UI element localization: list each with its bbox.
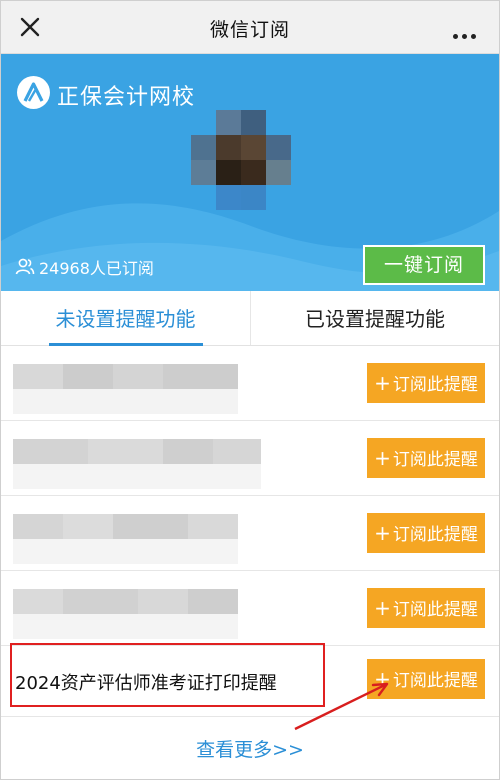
blurred-title (13, 589, 261, 639)
highlight-box (10, 643, 325, 707)
plus-icon: + (374, 371, 391, 395)
subscribe-reminder-label: 订阅此提醒 (392, 450, 478, 470)
subscribe-reminder-button[interactable]: + 订阅此提醒 (367, 363, 485, 403)
plus-icon: + (374, 446, 391, 470)
title-bar: 微信订阅 (1, 1, 499, 54)
brand-logo-icon (17, 76, 50, 109)
list-item: + 订阅此提醒 (1, 571, 499, 646)
list-item: + 订阅此提醒 (1, 346, 499, 421)
account-header: 正保会计网校 24968人已订阅 一键订阅 (1, 54, 499, 291)
more-dots-icon[interactable] (453, 24, 481, 39)
tab-unset-reminders[interactable]: 未设置提醒功能 (1, 291, 250, 345)
subscriber-text: 24968人已订阅 (39, 259, 154, 278)
page-title: 微信订阅 (209, 19, 290, 41)
list-item: + 订阅此提醒 (1, 421, 499, 496)
tab-bar: 未设置提醒功能 已设置提醒功能 (1, 291, 499, 346)
plus-icon: + (374, 596, 391, 620)
subscribe-reminder-label: 订阅此提醒 (392, 671, 478, 691)
subscribe-all-button[interactable]: 一键订阅 (363, 245, 485, 285)
people-icon (15, 258, 35, 275)
subscribe-reminder-button[interactable]: + 订阅此提醒 (367, 438, 485, 478)
annotation-arrow (294, 682, 389, 731)
list-item: + 订阅此提醒 (1, 496, 499, 571)
subscribe-reminder-label: 订阅此提醒 (392, 375, 478, 395)
plus-icon: + (374, 521, 391, 545)
subscribe-reminder-label: 订阅此提醒 (392, 525, 478, 545)
brand-name: 正保会计网校 (57, 85, 196, 110)
see-more-link[interactable]: 查看更多>> (1, 735, 499, 762)
blurred-title (13, 439, 261, 489)
blurred-title (13, 514, 261, 564)
subscribe-reminder-label: 订阅此提醒 (392, 600, 478, 620)
blurred-title (13, 364, 261, 414)
avatar (191, 110, 303, 222)
subscribe-reminder-button[interactable]: + 订阅此提醒 (367, 588, 485, 628)
subscribe-reminder-button[interactable]: + 订阅此提醒 (367, 513, 485, 553)
tab-set-reminders[interactable]: 已设置提醒功能 (251, 291, 499, 345)
